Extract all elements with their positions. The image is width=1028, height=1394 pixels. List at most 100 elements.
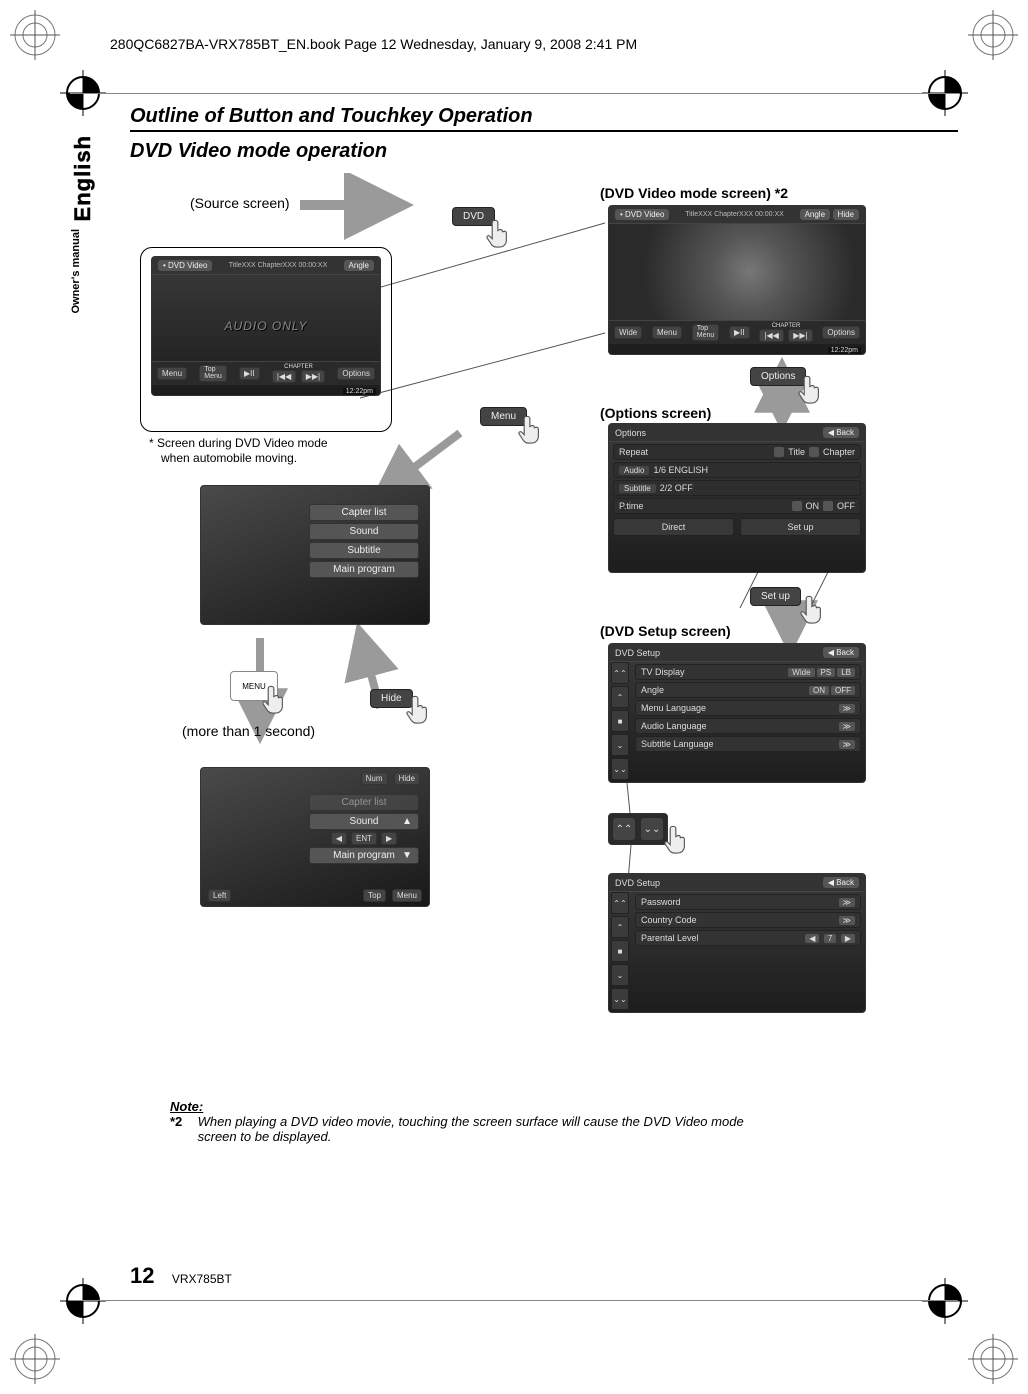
chapter-label: Chapter: [823, 447, 855, 457]
repeat-chapter-radio[interactable]: [809, 447, 819, 457]
setup-row-password[interactable]: Password≫: [635, 894, 861, 910]
top-button[interactable]: Top: [363, 889, 386, 902]
menu-item-sound-label: Sound: [350, 816, 379, 827]
setup-row-menu-language[interactable]: Menu Language≫: [635, 700, 861, 716]
source-footnote-1: * Screen during DVD Video mode: [149, 436, 328, 450]
menu-item-main-program[interactable]: Main program ▼: [309, 847, 419, 864]
more-icon: ≫: [839, 704, 855, 713]
play-pause-button[interactable]: ▶II: [729, 326, 750, 339]
scroll-top-button[interactable]: ⌃⌃: [611, 662, 629, 684]
opt-off[interactable]: OFF: [831, 686, 855, 695]
setup-row-country-code[interactable]: Country Code≫: [635, 912, 861, 928]
back-button[interactable]: ◀ Back: [823, 647, 859, 658]
angle-button[interactable]: Angle: [800, 209, 830, 220]
note-block: Note: *2 When playing a DVD video movie,…: [170, 1099, 958, 1144]
model-code: VRX785BT: [172, 1272, 232, 1286]
cropmark-tr: [968, 10, 1018, 60]
repeat-title-radio[interactable]: [774, 447, 784, 457]
menu-item-capter-list[interactable]: Capter list: [309, 794, 419, 811]
menu-button[interactable]: Menu: [392, 889, 422, 902]
ent-button[interactable]: ENT: [351, 832, 377, 845]
row-label: Subtitle Language: [641, 739, 714, 749]
back-button[interactable]: ◀ Back: [823, 877, 859, 888]
row-label: TV Display: [641, 667, 685, 677]
prev-chapter-button[interactable]: |◀◀: [759, 329, 783, 342]
wide-button[interactable]: Wide: [614, 326, 642, 339]
menu-item-main-program-label: Main program: [333, 850, 395, 861]
touch-icon: [258, 683, 292, 717]
play-pause-button[interactable]: ▶II: [239, 367, 260, 380]
left-button[interactable]: Left: [208, 889, 231, 902]
down-arrow-icon: ▼: [402, 850, 412, 861]
opt-wide[interactable]: Wide: [788, 668, 814, 677]
note-asterisk: *2: [170, 1114, 194, 1129]
scroll-up-button[interactable]: ⌃: [611, 686, 629, 708]
repeat-label: Repeat: [619, 447, 770, 457]
video-area[interactable]: [609, 224, 865, 330]
setup-row-audio-language[interactable]: Audio Language≫: [635, 718, 861, 734]
ptime-label: P.time: [619, 501, 788, 511]
touch-icon: [402, 693, 436, 727]
setup-row-subtitle-language[interactable]: Subtitle Language ≫: [635, 736, 861, 752]
row-label: Password: [641, 897, 681, 907]
on-label: ON: [806, 501, 820, 511]
right-arrow-button[interactable]: ▶: [381, 832, 397, 845]
scroll-down-button[interactable]: ⌄: [611, 964, 629, 986]
parental-right-button[interactable]: ▶: [841, 934, 855, 943]
setup-row-parental-level[interactable]: Parental Level ◀ 7 ▶: [635, 930, 861, 946]
back-button[interactable]: ◀ Back: [823, 427, 859, 438]
opt-ps[interactable]: PS: [817, 668, 836, 677]
up-arrow-icon: ▲: [402, 816, 412, 827]
next-chapter-button[interactable]: ▶▶|: [301, 370, 325, 383]
audio-button[interactable]: Audio: [619, 466, 649, 475]
menu-item-main-program[interactable]: Main program: [309, 561, 419, 578]
left-arrow-button[interactable]: ◀: [331, 832, 347, 845]
top-menu-button[interactable]: Top Menu: [692, 324, 720, 341]
menu-item-capter-list[interactable]: Capter list: [309, 504, 419, 521]
touch-icon: [660, 823, 694, 857]
scroll-top-button[interactable]: ⌃⌃: [611, 892, 629, 914]
setup-float-button[interactable]: Set up: [750, 587, 801, 606]
opt-on[interactable]: ON: [809, 686, 829, 695]
options-title: Options: [615, 428, 646, 438]
parental-left-button[interactable]: ◀: [805, 934, 819, 943]
parental-value: 7: [824, 934, 836, 943]
next-chapter-button[interactable]: ▶▶|: [788, 329, 812, 342]
menu-button[interactable]: Menu: [652, 326, 682, 339]
num-button[interactable]: Num: [361, 772, 388, 785]
scroll-mid-button[interactable]: ■: [611, 710, 629, 732]
scroll-bottom-button[interactable]: ⌄⌄: [611, 758, 629, 780]
cropmark-br: [968, 1334, 1018, 1384]
direct-button[interactable]: Direct: [613, 518, 734, 536]
badge-dvd-video: • DVD Video: [615, 209, 669, 220]
menu-item-sound[interactable]: Sound: [309, 523, 419, 540]
more-icon: ≫: [839, 740, 855, 749]
menu-button[interactable]: Menu: [157, 367, 187, 380]
ptime-on-radio[interactable]: [792, 501, 802, 511]
page-up-button[interactable]: ⌃⌃: [613, 818, 635, 840]
side-tab-owners-manual: Owner's manual: [70, 229, 82, 314]
audio-value: 1/6 ENGLISH: [653, 465, 708, 475]
off-label: OFF: [837, 501, 855, 511]
hide-button[interactable]: Hide: [394, 772, 420, 785]
ptime-off-radio[interactable]: [823, 501, 833, 511]
options-button[interactable]: Options: [337, 367, 375, 380]
top-menu-button[interactable]: Top Menu: [199, 365, 227, 382]
scroll-mid-button[interactable]: ■: [611, 940, 629, 962]
menu-item-subtitle[interactable]: Subtitle: [309, 542, 419, 559]
setup-button[interactable]: Set up: [740, 518, 861, 536]
scroll-bottom-button[interactable]: ⌄⌄: [611, 988, 629, 1010]
prev-chapter-button[interactable]: |◀◀: [272, 370, 296, 383]
opt-lb[interactable]: LB: [837, 668, 855, 677]
hide-button[interactable]: Hide: [833, 209, 859, 220]
options-button[interactable]: Options: [822, 326, 860, 339]
setup-row-angle[interactable]: Angle ONOFF: [635, 682, 861, 698]
setup-row-tv-display[interactable]: TV Display WidePSLB: [635, 664, 861, 680]
audio-only-text: AUDIO ONLY: [225, 319, 308, 333]
menu-item-sound[interactable]: Sound ▲: [309, 813, 419, 830]
dvd-mode-screen-label: (DVD Video mode screen) *2: [600, 185, 788, 201]
more-icon: ≫: [839, 722, 855, 731]
subtitle-button[interactable]: Subtitle: [619, 484, 656, 493]
scroll-up-button[interactable]: ⌃: [611, 916, 629, 938]
scroll-down-button[interactable]: ⌄: [611, 734, 629, 756]
